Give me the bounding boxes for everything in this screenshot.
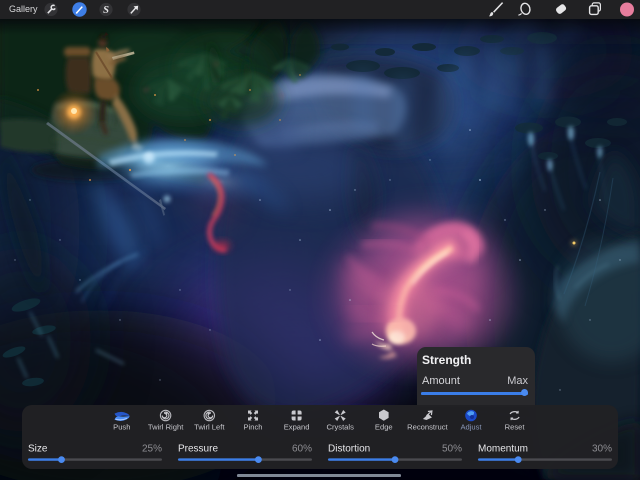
svg-text:Crystals: Crystals bbox=[326, 423, 354, 432]
svg-text:Twirl Right: Twirl Right bbox=[148, 423, 184, 432]
svg-text:Expand: Expand bbox=[284, 423, 310, 432]
svg-text:Reset: Reset bbox=[505, 423, 526, 432]
svg-text:50%: 50% bbox=[442, 444, 462, 455]
svg-text:Momentum: Momentum bbox=[478, 444, 528, 455]
svg-text:S: S bbox=[103, 5, 109, 16]
svg-text:Pinch: Pinch bbox=[244, 423, 263, 432]
svg-text:60%: 60% bbox=[292, 444, 312, 455]
svg-text:Twirl Left: Twirl Left bbox=[194, 423, 225, 432]
svg-text:Size: Size bbox=[28, 444, 48, 455]
svg-text:Adjust: Adjust bbox=[460, 423, 482, 432]
svg-text:Pressure: Pressure bbox=[178, 444, 218, 455]
svg-text:25%: 25% bbox=[142, 444, 162, 455]
svg-text:Edge: Edge bbox=[375, 423, 393, 432]
svg-text:Reconstruct: Reconstruct bbox=[407, 423, 448, 432]
svg-text:Distortion: Distortion bbox=[328, 444, 370, 455]
svg-text:Push: Push bbox=[113, 423, 130, 432]
svg-text:30%: 30% bbox=[592, 444, 612, 455]
